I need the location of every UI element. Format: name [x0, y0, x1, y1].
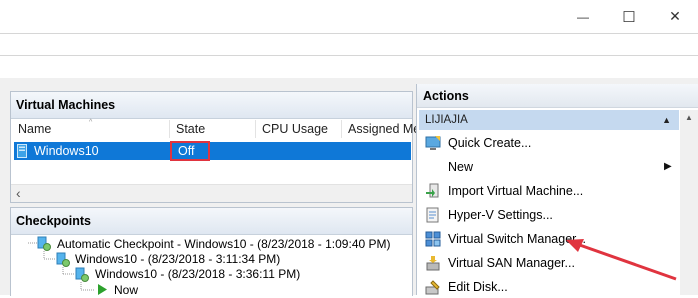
- action-label: Hyper-V Settings...: [448, 208, 553, 222]
- action-label: Quick Create...: [448, 136, 532, 150]
- host-section-header[interactable]: LIJIAJIA ▲: [419, 110, 679, 130]
- scroll-left-icon[interactable]: ‹: [16, 185, 21, 201]
- column-divider: [255, 120, 256, 138]
- virtual-machines-title: Virtual Machines: [11, 92, 412, 119]
- maximize-button[interactable]: ☐: [606, 0, 652, 33]
- close-icon: ✕: [669, 8, 681, 24]
- state-highlight-box: [170, 141, 210, 161]
- checkpoints-panel: Checkpoints Automatic Checkpoint - Windo…: [10, 207, 413, 297]
- horizontal-scrollbar[interactable]: ‹: [11, 184, 412, 202]
- column-divider: [169, 120, 170, 138]
- import-vm-icon: [426, 183, 439, 198]
- virtual-machines-panel: Virtual Machines Name ^ State CPU Usage …: [10, 91, 420, 203]
- now-play-icon: [98, 284, 107, 295]
- column-divider: [341, 120, 342, 138]
- column-header-assigned-memory[interactable]: Assigned Me: [348, 122, 420, 136]
- title-bar: — ☐ ✕: [0, 0, 698, 33]
- checkpoint-item[interactable]: Automatic Checkpoint - Windows10 - (8/23…: [57, 237, 391, 251]
- toolbar-divider: [0, 55, 698, 56]
- maximize-icon: ☐: [622, 8, 636, 26]
- quick-create-icon: [425, 136, 441, 150]
- column-header-name[interactable]: Name: [18, 122, 51, 136]
- host-name: LIJIAJIA: [425, 114, 468, 126]
- quick-create-action[interactable]: Quick Create...: [417, 132, 677, 154]
- menu-divider: [0, 33, 698, 34]
- collapse-icon[interactable]: ▲: [662, 110, 671, 130]
- checkpoint-item[interactable]: Windows10 - (8/23/2018 - 3:36:11 PM): [95, 267, 300, 281]
- virtual-machine-icon: [17, 144, 27, 158]
- edit-disk-icon: [425, 280, 440, 295]
- column-header-state[interactable]: State: [176, 122, 205, 136]
- table-row[interactable]: Windows10 Off: [14, 142, 411, 160]
- close-button[interactable]: ✕: [652, 0, 698, 33]
- virtual-switch-icon: [425, 231, 441, 247]
- vm-name: Windows10: [34, 144, 99, 158]
- actions-title: Actions: [417, 84, 698, 108]
- settings-icon: [426, 207, 439, 223]
- virtual-san-icon: [426, 256, 440, 271]
- new-action[interactable]: New ▶: [417, 156, 677, 178]
- action-label: Import Virtual Machine...: [448, 184, 584, 198]
- import-virtual-machine-action[interactable]: Import Virtual Machine...: [417, 180, 677, 202]
- minimize-button[interactable]: —: [560, 0, 606, 33]
- minimize-icon: —: [577, 9, 589, 24]
- checkpoint-icon: [37, 236, 51, 251]
- vertical-scrollbar[interactable]: ▲: [680, 110, 698, 295]
- action-label: Virtual SAN Manager...: [448, 256, 575, 270]
- hyper-v-settings-action[interactable]: Hyper-V Settings...: [417, 204, 677, 226]
- checkpoint-item[interactable]: Windows10 - (8/23/2018 - 3:11:34 PM): [75, 252, 280, 266]
- submenu-arrow-icon: ▶: [664, 161, 672, 172]
- checkpoint-icon: [75, 267, 89, 282]
- column-header-cpu-usage[interactable]: CPU Usage: [262, 122, 328, 136]
- checkpoint-icon: [56, 252, 70, 267]
- annotation-arrow-icon: [566, 239, 677, 281]
- scroll-up-icon[interactable]: ▲: [685, 113, 693, 122]
- sort-indicator-icon: ^: [89, 119, 93, 126]
- action-label: New: [448, 160, 474, 174]
